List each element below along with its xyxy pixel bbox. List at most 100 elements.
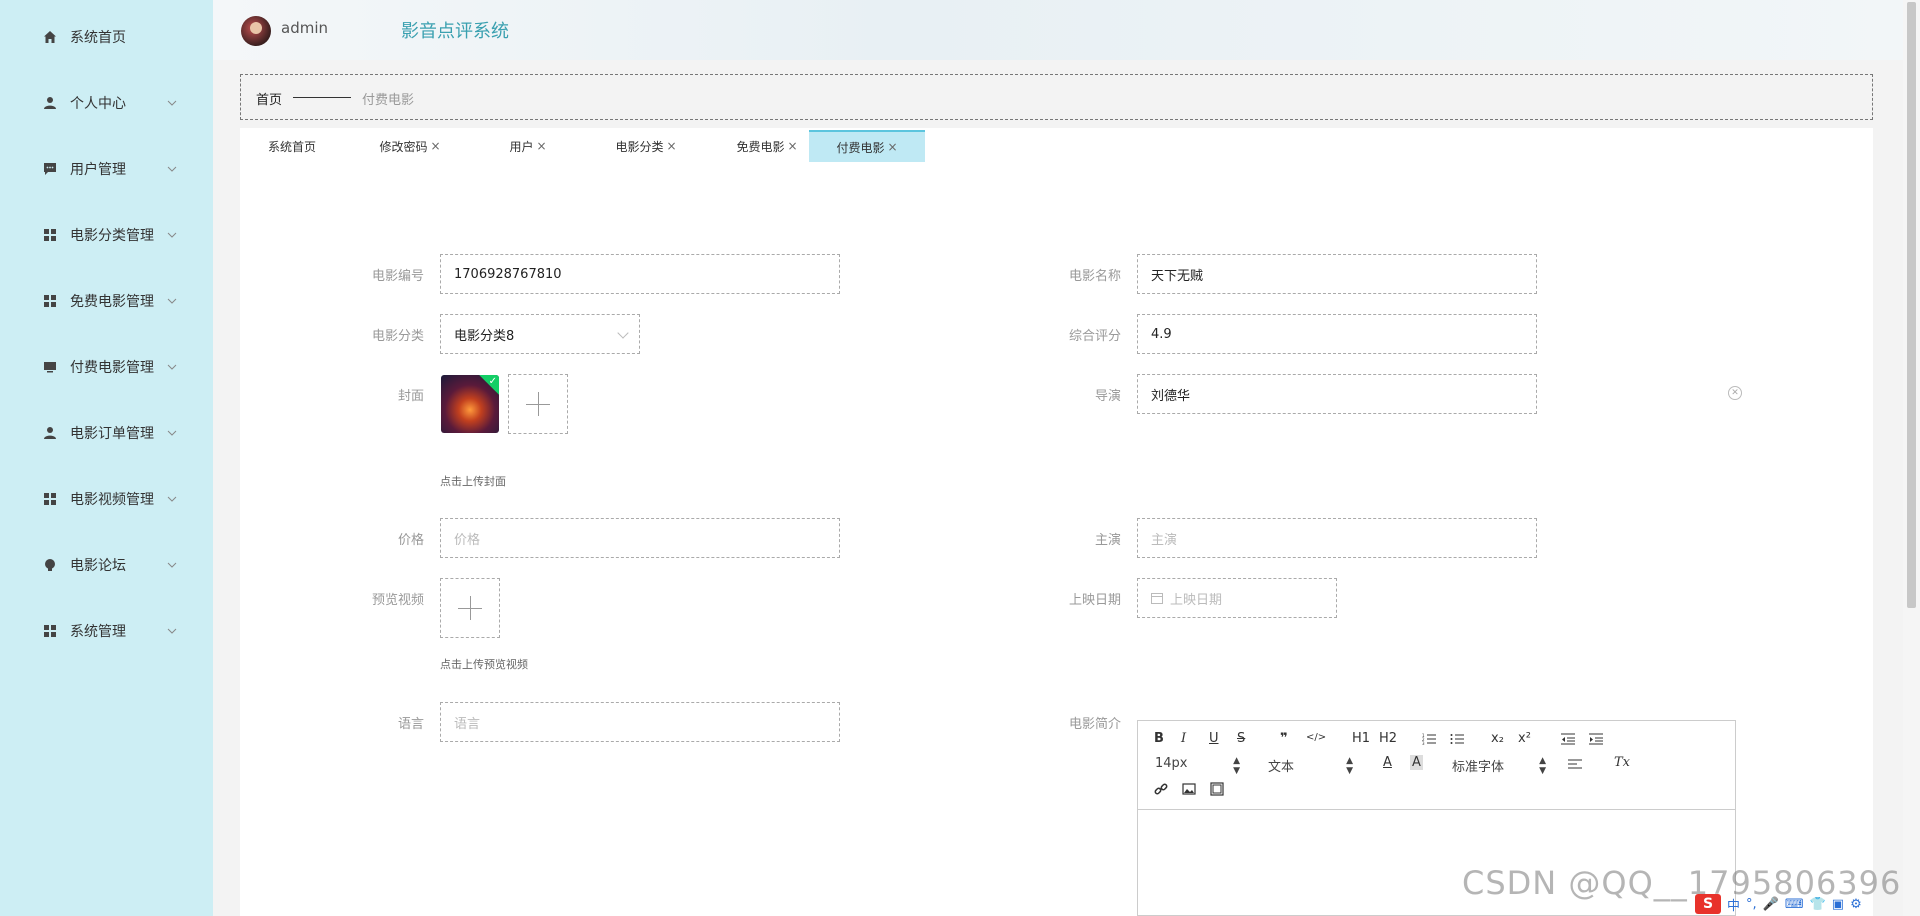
- background-color-icon[interactable]: A: [1410, 755, 1423, 770]
- ordered-list-icon[interactable]: 123: [1422, 733, 1436, 745]
- close-icon[interactable]: ×: [430, 139, 440, 153]
- tab-free-movies[interactable]: 免费电影 ×: [715, 130, 819, 162]
- code-block-button[interactable]: </>: [1306, 732, 1326, 743]
- tab-label: 电影分类: [615, 139, 664, 154]
- avatar[interactable]: [241, 16, 271, 46]
- cover-label: 封面: [397, 389, 424, 404]
- breadcrumb-home[interactable]: 首页: [256, 89, 282, 108]
- ime-mode[interactable]: 中: [1727, 895, 1740, 914]
- username[interactable]: admin: [281, 19, 328, 37]
- indent-icon[interactable]: [1589, 733, 1603, 745]
- close-icon[interactable]: ×: [887, 140, 897, 154]
- sidebar-item-label: 用户管理: [70, 162, 126, 178]
- chat-icon: [42, 161, 58, 177]
- intro-label: 电影简介: [1068, 717, 1121, 732]
- close-icon[interactable]: ×: [536, 139, 546, 153]
- sidebar-item-system[interactable]: 系统管理: [0, 609, 213, 653]
- bold-button[interactable]: B: [1154, 731, 1164, 746]
- h1-button[interactable]: H1: [1352, 731, 1370, 746]
- image-icon[interactable]: [1182, 782, 1196, 796]
- sidebar-item-label: 免费电影管理: [70, 294, 154, 310]
- clear-format-button[interactable]: Tx: [1614, 755, 1630, 770]
- underline-button[interactable]: U: [1209, 731, 1219, 746]
- sidebar-item-users[interactable]: 用户管理: [0, 147, 213, 191]
- bullet-list-icon[interactable]: [1450, 733, 1464, 745]
- sidebar-item-profile[interactable]: 个人中心: [0, 81, 213, 125]
- language-input[interactable]: 语言: [440, 702, 840, 742]
- sidebar-item-home[interactable]: 系统首页: [0, 15, 213, 59]
- align-left-icon[interactable]: [1568, 759, 1582, 771]
- close-icon[interactable]: ×: [666, 139, 676, 153]
- link-icon[interactable]: [1154, 782, 1168, 796]
- strike-button[interactable]: S: [1237, 731, 1245, 746]
- page-scrollbar[interactable]: [1903, 0, 1920, 916]
- punctuation-icon[interactable]: °,: [1746, 897, 1757, 912]
- preview-video-label: 预览视频: [371, 593, 424, 608]
- sidebar-item-label: 付费电影管理: [70, 360, 154, 376]
- person-icon: [42, 425, 58, 441]
- bulb-icon: [42, 557, 58, 573]
- font-family-value: 标准字体: [1452, 760, 1505, 775]
- sidebar-item-forum[interactable]: 电影论坛: [0, 543, 213, 587]
- sidebar-item-category[interactable]: 电影分类管理: [0, 213, 213, 257]
- font-family-select[interactable]: 标准字体 ▲ ▼: [1452, 756, 1546, 776]
- cover-upload-button[interactable]: [508, 374, 568, 434]
- updown-icon: ▲ ▼: [1539, 756, 1546, 776]
- tab-paid-movies[interactable]: 付费电影 ×: [809, 130, 925, 162]
- close-icon[interactable]: ×: [787, 139, 797, 153]
- italic-button[interactable]: I: [1181, 731, 1186, 746]
- tab-change-password[interactable]: 修改密码 ×: [358, 130, 462, 162]
- svg-text:3: 3: [1422, 741, 1425, 745]
- price-input[interactable]: 价格: [440, 518, 840, 558]
- actor-input[interactable]: 主演: [1137, 518, 1537, 558]
- cover-hint: 点击上传封面: [440, 475, 506, 488]
- sogou-logo-icon[interactable]: S: [1695, 894, 1721, 914]
- settings-icon[interactable]: ⚙: [1850, 897, 1862, 912]
- mic-icon[interactable]: 🎤: [1763, 897, 1779, 912]
- breadcrumb-separator: [293, 97, 351, 98]
- outdent-icon[interactable]: [1561, 733, 1575, 745]
- preview-video-upload-button[interactable]: [440, 578, 500, 638]
- superscript-button[interactable]: x²: [1518, 731, 1531, 746]
- h2-button[interactable]: H2: [1379, 731, 1397, 746]
- movie-name-input[interactable]: 天下无贼: [1137, 254, 1537, 294]
- director-input[interactable]: 刘德华: [1137, 374, 1537, 414]
- font-color-icon[interactable]: A: [1383, 755, 1392, 770]
- movie-no-input[interactable]: 1706928767810: [440, 254, 840, 294]
- tab-home[interactable]: 系统首页: [240, 130, 344, 162]
- tab-label: 系统首页: [267, 139, 316, 154]
- toolbox-icon[interactable]: ▣: [1832, 897, 1844, 912]
- release-date-placeholder: 上映日期: [1170, 592, 1223, 608]
- cover-image[interactable]: ✓: [441, 375, 499, 433]
- category-select[interactable]: 电影分类8: [440, 314, 640, 354]
- sidebar-item-label: 电影视频管理: [70, 492, 154, 508]
- tab-users[interactable]: 用户 ×: [476, 130, 580, 162]
- breadcrumb: 首页 付费电影: [240, 74, 1873, 120]
- font-size-select[interactable]: 14px ▲ ▼: [1155, 756, 1240, 776]
- preview-video-hint: 点击上传预览视频: [440, 658, 528, 671]
- tab-categories[interactable]: 电影分类 ×: [594, 130, 698, 162]
- block-type-select[interactable]: 文本 ▲ ▼: [1268, 756, 1353, 776]
- monitor-icon: [42, 359, 58, 375]
- sidebar-item-videos[interactable]: 电影视频管理: [0, 477, 213, 521]
- actor-label: 主演: [1094, 533, 1121, 548]
- clear-icon[interactable]: ✕: [1728, 386, 1742, 400]
- skin-icon[interactable]: 👕: [1810, 897, 1826, 912]
- chevron-down-icon: [167, 364, 177, 370]
- scrollbar-thumb[interactable]: [1907, 2, 1916, 608]
- subscript-button[interactable]: x₂: [1491, 731, 1504, 746]
- release-date-input[interactable]: 上映日期: [1137, 578, 1337, 618]
- app-title: 影音点评系统: [401, 21, 509, 42]
- sidebar-item-free-movies[interactable]: 免费电影管理: [0, 279, 213, 323]
- keyboard-icon[interactable]: ⌨: [1785, 897, 1804, 912]
- sidebar-item-label: 电影分类管理: [70, 228, 154, 244]
- blockquote-button[interactable]: ❞: [1280, 731, 1288, 746]
- video-icon[interactable]: [1210, 782, 1224, 796]
- sidebar-item-paid-movies[interactable]: 付费电影管理: [0, 345, 213, 389]
- chevron-down-icon: [167, 232, 177, 238]
- movie-no-label: 电影编号: [371, 269, 424, 284]
- ime-tray: S 中 °, 🎤 ⌨ 👕 ▣ ⚙: [1695, 893, 1862, 915]
- sidebar-item-orders[interactable]: 电影订单管理: [0, 411, 213, 455]
- calendar-icon: [1151, 593, 1163, 604]
- rating-input[interactable]: 4.9: [1137, 314, 1537, 354]
